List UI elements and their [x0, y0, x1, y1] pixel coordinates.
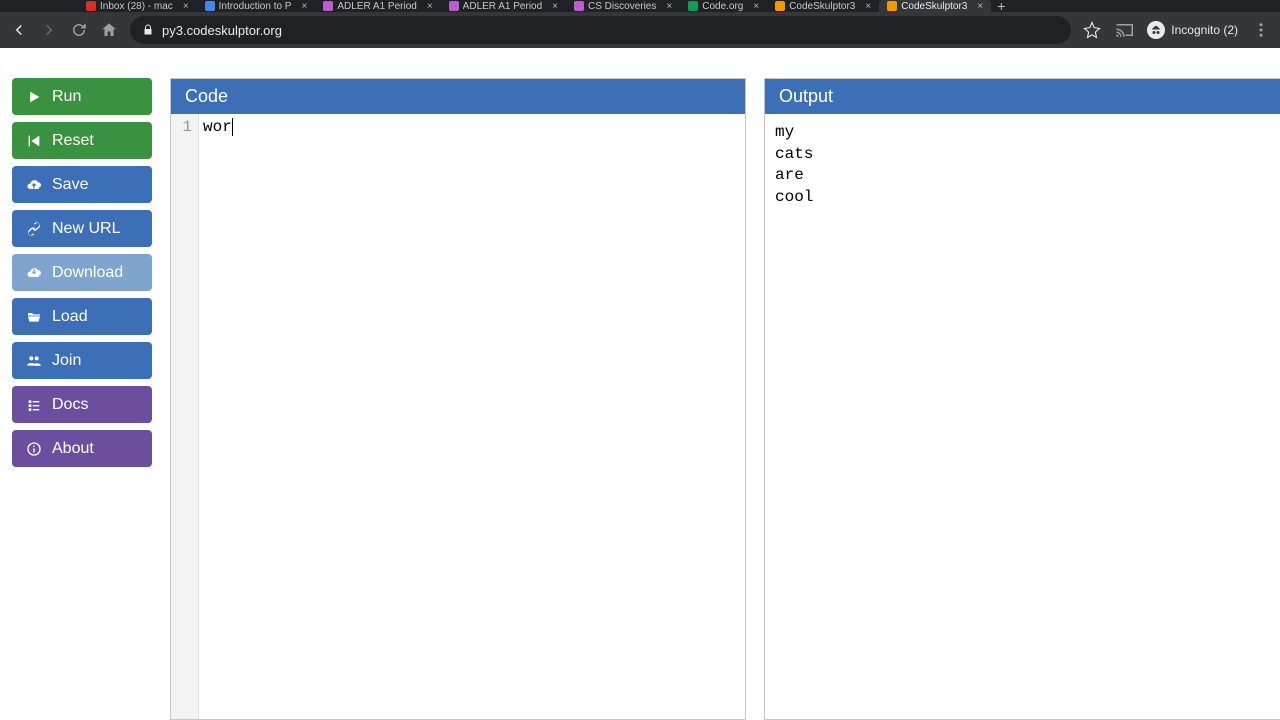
code-panel-title: Code [171, 79, 745, 114]
join-button[interactable]: Join [12, 342, 152, 379]
browser-tab-strip: Inbox (28) - mac×Introduction to P×ADLER… [0, 0, 1280, 12]
kebab-menu-icon[interactable] [1252, 21, 1270, 39]
load-label: Load [52, 308, 88, 326]
tab-close-icon[interactable]: × [552, 1, 558, 12]
people-icon [26, 353, 42, 369]
save-button[interactable]: Save [12, 166, 152, 203]
rewind-icon [26, 133, 42, 149]
browser-tab[interactable]: ADLER A1 Period× [441, 0, 566, 12]
run-button[interactable]: Run [12, 78, 152, 115]
code-editor[interactable]: 1 wor [171, 114, 745, 719]
url-text: py3.codeskulptor.org [162, 23, 282, 38]
output-text: my cats are cool [765, 114, 1280, 216]
cast-icon[interactable] [1115, 21, 1133, 39]
incognito-label: Incognito (2) [1171, 23, 1238, 37]
browser-tab[interactable]: Introduction to P× [197, 0, 316, 12]
lock-icon [142, 24, 154, 36]
incognito-indicator[interactable]: Incognito (2) [1147, 21, 1238, 39]
docs-label: Docs [52, 396, 88, 414]
browser-tab[interactable]: ADLER A1 Period× [315, 0, 440, 12]
run-label: Run [52, 88, 81, 106]
folder-open-icon [26, 309, 42, 325]
link-icon [26, 221, 42, 237]
workspace: Code 1 wor Output my cats are cool [170, 78, 1280, 720]
sidebar: Run Reset Save New URL Download Load Joi… [12, 78, 152, 720]
text-cursor [232, 118, 233, 136]
download-icon [26, 265, 42, 281]
browser-tab[interactable]: CodeSkulptor3× [879, 0, 991, 12]
new-url-button[interactable]: New URL [12, 210, 152, 247]
list-icon [26, 397, 42, 413]
new-tab-button[interactable]: + [991, 1, 1011, 11]
app-root: Run Reset Save New URL Download Load Joi… [0, 48, 1280, 720]
browser-tab[interactable]: Code.org× [680, 0, 767, 12]
browser-nav-bar: py3.codeskulptor.org Incognito (2) [0, 12, 1280, 48]
play-icon [26, 89, 42, 105]
tab-close-icon[interactable]: × [427, 1, 433, 12]
tab-close-icon[interactable]: × [666, 1, 672, 12]
about-label: About [52, 440, 94, 458]
join-label: Join [52, 352, 81, 370]
address-bar[interactable]: py3.codeskulptor.org [130, 16, 1071, 44]
reset-label: Reset [52, 132, 94, 150]
output-panel: Output my cats are cool [764, 78, 1280, 720]
new-url-label: New URL [52, 220, 120, 238]
reload-icon[interactable] [70, 21, 88, 39]
browser-tab[interactable]: CodeSkulptor3× [767, 0, 879, 12]
tab-close-icon[interactable]: × [977, 1, 983, 12]
editor-text[interactable]: wor [199, 114, 233, 719]
download-label: Download [52, 264, 123, 282]
star-icon[interactable] [1083, 21, 1101, 39]
tab-close-icon[interactable]: × [183, 1, 189, 12]
download-button[interactable]: Download [12, 254, 152, 291]
save-label: Save [52, 176, 88, 194]
back-icon[interactable] [10, 21, 28, 39]
home-icon[interactable] [100, 21, 118, 39]
tab-close-icon[interactable]: × [753, 1, 759, 12]
info-icon [26, 441, 42, 457]
editor-gutter: 1 [171, 114, 199, 719]
forward-icon[interactable] [40, 21, 58, 39]
about-button[interactable]: About [12, 430, 152, 467]
reset-button[interactable]: Reset [12, 122, 152, 159]
output-panel-title: Output [765, 79, 1280, 114]
tab-close-icon[interactable]: × [865, 1, 871, 12]
tab-close-icon[interactable]: × [301, 1, 307, 12]
docs-button[interactable]: Docs [12, 386, 152, 423]
load-button[interactable]: Load [12, 298, 152, 335]
browser-tab[interactable]: Inbox (28) - mac× [78, 0, 197, 12]
browser-tab[interactable]: CS Discoveries× [566, 0, 680, 12]
cloud-up-icon [26, 177, 42, 193]
code-panel: Code 1 wor [170, 78, 746, 720]
